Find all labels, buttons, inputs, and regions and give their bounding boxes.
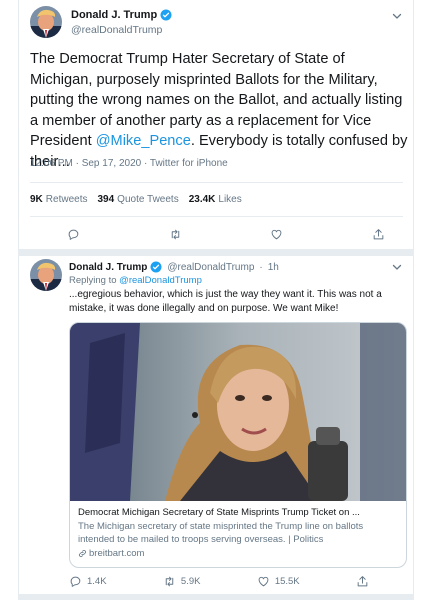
mention-link[interactable]: @Mike_Pence [96,133,191,149]
like-icon [258,576,269,587]
tweet-expanded: Donald J. Trump @realDonaldTrump The Dem… [19,0,413,250]
retweet-icon [171,229,179,240]
author-name[interactable]: Donald J. Trump [71,9,157,21]
card-title: Democrat Michigan Secretary of State Mis… [78,507,360,518]
share-icon [357,576,368,587]
article-photo [70,323,406,501]
divider [30,182,403,183]
replying-prefix: Replying to [69,275,117,286]
verified-badge-icon [150,261,162,273]
retweet-button[interactable]: 5.9K [163,575,201,588]
dot-separator: · [259,261,263,273]
tweet-actions: 1.4K 5.9K 15.5K [69,575,369,588]
reply-icon [68,229,79,240]
reply-icon [70,576,81,587]
share-button[interactable] [356,575,369,588]
author-handle[interactable]: @realDonaldTrump [71,24,172,36]
avatar[interactable] [30,6,62,38]
replying-to: Replying to @realDonaldTrump [69,275,202,286]
verified-badge-icon [160,9,172,21]
author-handle[interactable]: @realDonaldTrump [167,262,254,273]
engagement-stats: 9K Retweets 394 Quote Tweets 23.4K Likes [30,194,242,205]
like-count: 15.5K [274,576,300,587]
card-domain: breitbart.com [78,548,402,559]
tweet-separator [19,594,413,600]
tweet-time[interactable]: 1h [268,262,279,273]
timeline-column: Donald J. Trump @realDonaldTrump The Dem… [18,0,414,600]
share-icon [373,229,384,240]
reply-button[interactable]: 1.4K [69,575,107,588]
likes-stat[interactable]: 23.4K Likes [189,194,242,205]
chevron-down-icon[interactable] [391,261,403,273]
chevron-down-icon[interactable] [391,10,403,22]
author-name[interactable]: Donald J. Trump [69,262,147,273]
retweets-stat[interactable]: 9K Retweets [30,194,87,205]
tweet-text: ...egregious behavior, which is just the… [69,289,382,314]
tweet-text: The Democrat Trump Hater Secretary of St… [30,49,408,172]
like-icon [271,229,282,240]
link-icon [79,550,86,557]
avatar[interactable] [30,259,62,291]
replying-handle-link[interactable]: @realDonaldTrump [119,275,202,286]
retweet-count: 5.9K [180,576,201,587]
retweet-button[interactable] [169,228,182,241]
like-button[interactable]: 15.5K [257,575,300,588]
quote-tweets-stat[interactable]: 394 Quote Tweets [97,194,178,205]
share-button[interactable] [372,228,385,241]
link-card[interactable]: Democrat Michigan Secretary of State Mis… [69,322,407,568]
like-button[interactable] [270,228,283,241]
tweet-separator [19,249,413,256]
reply-button[interactable] [67,228,80,241]
card-description: The Michigan secretary of state misprint… [78,521,364,545]
tweet-actions [67,228,385,241]
divider [30,216,403,217]
retweet-icon [165,576,174,587]
card-domain-text: breitbart.com [89,548,145,559]
reply-count: 1.4K [87,576,107,587]
tweet-timestamp[interactable]: 12:06 PM · Sep 17, 2020 · Twitter for iP… [30,158,228,169]
